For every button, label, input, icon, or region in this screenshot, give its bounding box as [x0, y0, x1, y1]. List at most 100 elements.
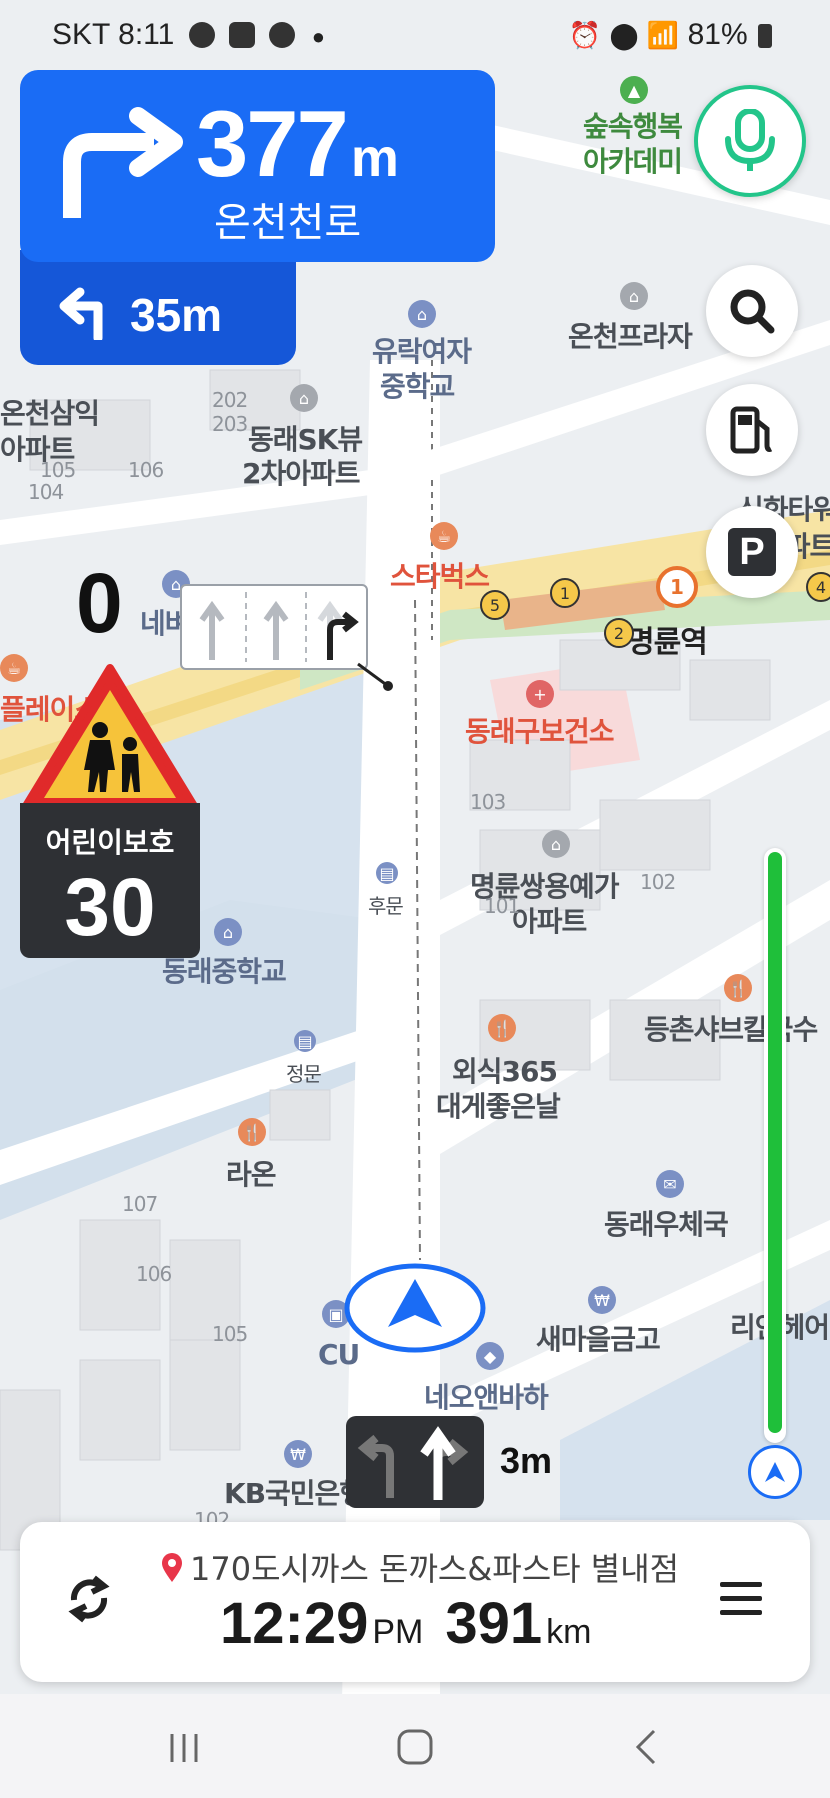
lane-small-arrows-icon: [357, 1426, 469, 1500]
bldg-number: 104: [28, 480, 64, 504]
map-label-sk2[interactable]: 2차아파트: [242, 452, 361, 492]
lane-distance: 3m: [500, 1440, 553, 1481]
map-label-plaza[interactable]: 온천프라자: [568, 315, 693, 355]
lane-arrows-icon: [199, 592, 359, 662]
hospital-icon: +: [526, 680, 554, 708]
route-progress-fill: [768, 852, 782, 1433]
school-icon: ⌂: [408, 300, 436, 328]
current-speed: 0: [76, 556, 123, 650]
lane-guide-small: [346, 1416, 484, 1508]
building-icon: ⌂: [620, 282, 648, 310]
map-label-apt2b[interactable]: 아파트: [512, 900, 587, 940]
eta-info: 12:29 PM 391 km: [220, 1590, 613, 1657]
map-label-apt1[interactable]: 온천삼익: [0, 392, 100, 432]
building-icon: ⌂: [290, 384, 318, 412]
alarm-icon: ⏰: [568, 20, 602, 50]
school-zone-warning-icon: [22, 664, 198, 810]
more-notifications-icon: ●: [311, 24, 325, 49]
voice-command-button[interactable]: [694, 85, 806, 197]
menu-icon: [720, 1582, 762, 1615]
bldg-number: 203: [212, 412, 248, 436]
search-button[interactable]: [706, 265, 798, 357]
system-navigation-bar: [0, 1694, 830, 1798]
lane-guide: [180, 584, 368, 670]
map-label-kb[interactable]: KB국민은행: [224, 1472, 365, 1512]
location-pin-icon: [162, 1553, 182, 1582]
remaining-distance: 391: [445, 1591, 543, 1656]
route-summary-panel[interactable]: 170도시까스 돈까스&파스타 별내점 12:29 PM 391 km: [20, 1522, 810, 1682]
carrier-label: SKT: [52, 18, 110, 51]
post-office-icon: ✉: [656, 1170, 684, 1198]
map-label-neo[interactable]: 네오앤바하: [424, 1376, 549, 1416]
home-icon[interactable]: [396, 1728, 434, 1766]
restaurant-icon: 🍴: [488, 1014, 516, 1042]
map-label-school2[interactable]: 중학교: [380, 365, 455, 405]
map-label-health[interactable]: 동래구보건소: [465, 710, 615, 750]
map-label-backgate[interactable]: 후문: [368, 890, 404, 919]
talk-notification-icon: [269, 22, 296, 48]
car-position-marker: [344, 1263, 486, 1353]
bldg-number: 101: [484, 894, 520, 918]
bank-icon: ₩: [588, 1286, 616, 1314]
microphone-icon: [725, 109, 775, 171]
bldg-number: 107: [122, 1192, 158, 1216]
speed-zone-label: 어린이보호: [45, 826, 175, 859]
bldg-number: 202: [212, 388, 248, 412]
cafe-icon: ☕: [430, 522, 458, 550]
line4-icon: 4: [806, 572, 830, 602]
map-label-maingate[interactable]: 정문: [286, 1058, 322, 1087]
gallery-notification-icon: [229, 22, 256, 48]
status-right: ⏰ ⬤ 📶 81%: [569, 18, 772, 52]
bldg-number: 103: [470, 790, 506, 814]
map-label-post[interactable]: 동래우체국: [604, 1203, 729, 1243]
next-turn-panel[interactable]: 35m: [20, 250, 296, 365]
gas-station-button[interactable]: [706, 384, 798, 476]
bldg-number: 105: [212, 1322, 248, 1346]
map-label-academy2[interactable]: 아카데미: [583, 140, 683, 180]
reroute-icon: [68, 1575, 110, 1623]
eta-time: 12:29: [220, 1591, 369, 1656]
turn-road-name: 온천천로: [214, 200, 362, 246]
wifi-icon: 📶: [646, 20, 680, 50]
lane-guide-pointer: [357, 662, 393, 691]
back-icon[interactable]: [632, 1728, 662, 1766]
recent-apps-icon[interactable]: [166, 1730, 202, 1766]
search-icon: [730, 289, 775, 334]
map-label-academy[interactable]: 숲속행복: [583, 105, 683, 145]
academy-icon: ▲: [620, 76, 648, 104]
gate-icon: ▤: [376, 862, 398, 884]
map-label-school[interactable]: 유락여자: [372, 330, 472, 370]
gas-station-icon: [730, 406, 773, 454]
map-label-bank[interactable]: 새마을금고: [536, 1318, 661, 1358]
map-label-raon[interactable]: 라온: [226, 1153, 277, 1193]
status-bar: SKT 8:11 ● ⏰ ⬤ 📶 81%: [0, 0, 830, 72]
destination[interactable]: 170도시까스 돈까스&파스타 별내점: [160, 1544, 679, 1590]
turn-panel[interactable]: 377m 온천천로: [20, 70, 495, 262]
map-label-station[interactable]: 명륜역: [627, 617, 708, 661]
menu-button[interactable]: [718, 1578, 764, 1622]
car-notification-icon: [188, 22, 215, 48]
remaining-distance-unit: km: [546, 1613, 592, 1651]
map-label-restaurant2[interactable]: 대게좋은날: [436, 1085, 561, 1125]
building-icon: ⌂: [542, 830, 570, 858]
turn-right-icon: [63, 107, 183, 218]
subway-line1-icon: 1: [656, 566, 698, 608]
speed-limit-value: 30: [64, 862, 156, 953]
turn-distance-unit: m: [350, 128, 399, 188]
map-label-restaurant1[interactable]: 외식365: [452, 1050, 558, 1090]
car-arrow-icon: [765, 1462, 785, 1482]
destination-name: 170도시까스 돈까스&파스타 별내점: [190, 1550, 680, 1588]
parking-button[interactable]: P: [706, 506, 798, 598]
route-progress-bar: [764, 848, 786, 1443]
reroute-button[interactable]: [64, 1574, 114, 1628]
battery-percent: 81%: [687, 18, 748, 51]
line5-icon: 5: [480, 590, 510, 620]
gate-icon: ▤: [294, 1030, 316, 1052]
battery-icon: [758, 24, 772, 48]
map-label-restaurant3[interactable]: 등촌샤브칼국수: [644, 1008, 818, 1048]
parking-icon: P: [728, 528, 776, 576]
progress-car-indicator: [748, 1445, 802, 1499]
map-label-starbucks[interactable]: 스타벅스: [390, 555, 490, 595]
turn-distance: 377m: [196, 90, 399, 198]
line2-icon: 2: [604, 618, 634, 648]
